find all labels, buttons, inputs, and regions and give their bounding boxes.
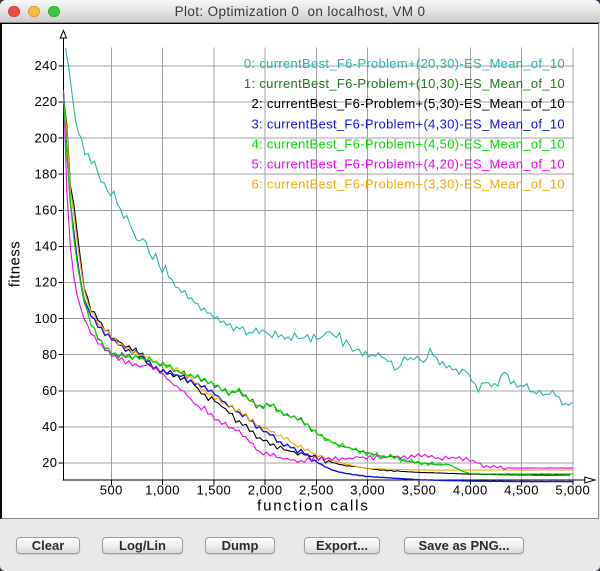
svg-text:6: currentBest_F6-Problem+(3,3: 6: currentBest_F6-Problem+(3,30)-ES_Mean… bbox=[251, 177, 565, 192]
svg-text:1: currentBest_F6-Problem+(10,: 1: currentBest_F6-Problem+(10,30)-ES_Mea… bbox=[244, 76, 565, 91]
svg-text:5,000: 5,000 bbox=[555, 483, 590, 498]
svg-text:fitness: fitness bbox=[7, 241, 24, 288]
svg-text:220: 220 bbox=[34, 94, 57, 109]
svg-text:180: 180 bbox=[34, 166, 57, 181]
svg-text:240: 240 bbox=[34, 58, 57, 73]
svg-text:4: currentBest_F6-Problem+(4,5: 4: currentBest_F6-Problem+(4,50)-ES_Mean… bbox=[251, 136, 565, 151]
svg-text:20: 20 bbox=[42, 455, 57, 470]
svg-text:1,000: 1,000 bbox=[145, 483, 180, 498]
svg-text:40: 40 bbox=[42, 419, 57, 434]
svg-text:2: currentBest_F6-Problem+(5,3: 2: currentBest_F6-Problem+(5,30)-ES_Mean… bbox=[251, 96, 565, 111]
svg-text:5: currentBest_F6-Problem+(4,2: 5: currentBest_F6-Problem+(4,20)-ES_Mean… bbox=[251, 157, 565, 172]
svg-text:3,000: 3,000 bbox=[350, 483, 385, 498]
svg-text:160: 160 bbox=[34, 203, 57, 218]
svg-text:3,500: 3,500 bbox=[402, 483, 437, 498]
svg-text:120: 120 bbox=[34, 275, 57, 290]
svg-text:function calls: function calls bbox=[257, 498, 370, 515]
svg-text:2,500: 2,500 bbox=[299, 483, 334, 498]
svg-text:4,000: 4,000 bbox=[453, 483, 488, 498]
svg-text:140: 140 bbox=[34, 239, 57, 254]
svg-text:1,500: 1,500 bbox=[196, 483, 231, 498]
svg-text:0: currentBest_F6-Problem+(20,: 0: currentBest_F6-Problem+(20,30)-ES_Mea… bbox=[244, 56, 565, 71]
svg-text:60: 60 bbox=[42, 383, 57, 398]
svg-text:2,000: 2,000 bbox=[248, 483, 283, 498]
svg-text:4,500: 4,500 bbox=[504, 483, 539, 498]
svg-text:80: 80 bbox=[42, 347, 57, 362]
svg-text:3: currentBest_F6-Problem+(4,3: 3: currentBest_F6-Problem+(4,30)-ES_Mean… bbox=[251, 116, 565, 131]
svg-text:200: 200 bbox=[34, 130, 57, 145]
svg-text:100: 100 bbox=[34, 311, 57, 326]
svg-text:500: 500 bbox=[100, 483, 123, 498]
